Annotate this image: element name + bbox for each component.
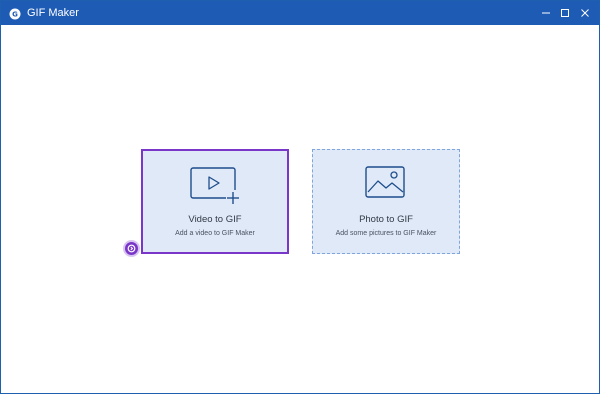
minimize-icon — [541, 8, 551, 18]
video-card-subtitle: Add a video to GIF Maker — [175, 230, 255, 237]
step-marker — [125, 242, 138, 255]
maximize-icon — [560, 8, 570, 18]
video-to-gif-card[interactable]: Video to GIF Add a video to GIF Maker — [141, 149, 289, 254]
svg-text:G: G — [12, 11, 18, 19]
window-title: GIF Maker — [27, 7, 79, 19]
maximize-button[interactable] — [557, 5, 573, 21]
photo-card-subtitle: Add some pictures to GIF Maker — [335, 230, 437, 237]
photo-icon — [365, 166, 407, 207]
app-logo-icon: G — [9, 7, 21, 20]
photo-to-gif-card[interactable]: Photo to GIF Add some pictures to GIF Ma… — [312, 149, 460, 254]
close-icon — [580, 8, 590, 18]
photo-card-title: Photo to GIF — [359, 214, 413, 225]
app-window: G GIF Maker Video to GIF Add a video to … — [0, 0, 600, 394]
video-card-title: Video to GIF — [188, 214, 242, 225]
circle-arrow-icon — [127, 240, 136, 258]
close-button[interactable] — [577, 5, 593, 21]
title-bar[interactable]: G GIF Maker — [1, 1, 599, 25]
minimize-button[interactable] — [538, 5, 554, 21]
video-add-icon — [190, 167, 240, 210]
